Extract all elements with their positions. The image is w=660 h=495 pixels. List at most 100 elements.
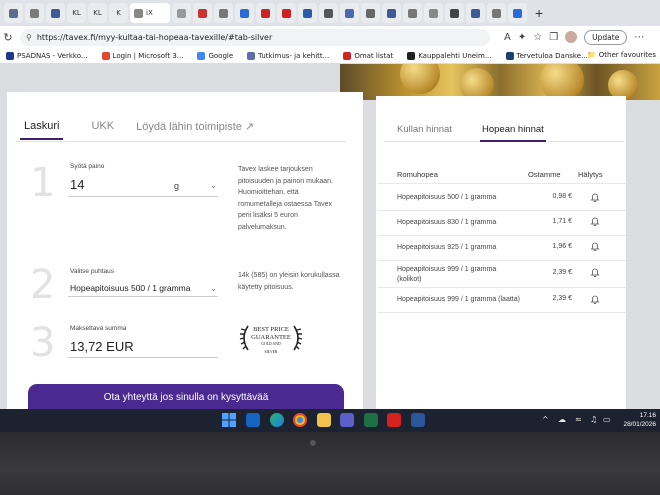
browser-tab[interactable] <box>193 3 212 23</box>
edge-icon[interactable] <box>270 413 284 427</box>
purity-help-text: 14k (585) on yleisin korukullassa käytet… <box>238 272 340 291</box>
favourites-star-icon[interactable]: ☆ <box>533 32 542 43</box>
price-row-name-line2: (kolikot) <box>397 275 422 283</box>
tab-gold-prices[interactable]: Kullan hinnat <box>397 124 452 135</box>
sum-label: Maksettava summa <box>70 325 127 332</box>
browser-tab[interactable] <box>487 3 506 23</box>
purity-underline <box>68 296 218 297</box>
browser-tab[interactable] <box>445 3 464 23</box>
browser-tab[interactable] <box>46 3 65 23</box>
file-explorer-icon[interactable] <box>317 413 331 427</box>
read-aloud-icon[interactable]: A <box>504 32 511 43</box>
bookmarks-bar: PSADNAS - Verkko... Login | Microsoft 3.… <box>0 48 660 64</box>
folder-icon: 📁 <box>587 51 596 59</box>
price-row-name: Hopeapitoisuus 999 / 1 gramma (laatta) <box>397 296 520 303</box>
bookmark-item[interactable]: Omat listat <box>343 51 393 60</box>
browser-tab-strip: KL KL K iX + <box>0 0 660 26</box>
laptop-screen: KL KL K iX + ↻ ⚲ https://tavex.fi/myy-ku… <box>0 0 660 432</box>
price-row-value: 1,71 € <box>552 218 572 225</box>
bookmark-item[interactable]: PSADNAS - Verkko... <box>6 51 88 60</box>
laptop-hinge-dot <box>310 440 316 446</box>
browser-tab[interactable] <box>25 3 44 23</box>
acrobat-icon[interactable] <box>387 413 401 427</box>
purity-select[interactable]: Hopeapitoisuus 500 / 1 gramma <box>70 283 191 293</box>
bookmark-favicon <box>197 51 206 60</box>
browser-tab[interactable] <box>277 3 296 23</box>
weight-input[interactable]: 14 <box>70 177 84 192</box>
battery-icon[interactable]: ▭ <box>603 415 611 424</box>
bookmark-item[interactable]: Kauppalehti Uneim... <box>407 51 492 60</box>
badge-line: SILVER <box>264 349 278 354</box>
tab-laskuri[interactable]: Laskuri <box>19 120 64 140</box>
volume-icon[interactable]: ♫ <box>590 415 597 424</box>
sum-underline <box>68 357 218 358</box>
teams-icon[interactable] <box>340 413 354 427</box>
address-bar[interactable]: ⚲ https://tavex.fi/myy-kultaa-tai-hopeaa… <box>20 28 490 46</box>
row-divider <box>378 260 626 261</box>
bell-icon[interactable] <box>590 192 600 202</box>
browser-tab[interactable]: K <box>109 3 128 23</box>
refresh-icon[interactable]: ↻ <box>0 31 16 44</box>
bookmark-favicon <box>505 51 514 60</box>
bookmark-item[interactable]: Login | Microsoft 3... <box>101 51 184 60</box>
browser-tab[interactable]: KL <box>67 3 86 23</box>
browser-tab-active[interactable]: iX <box>130 3 170 23</box>
browser-tab[interactable] <box>4 3 23 23</box>
other-favourites-label: Other favourites <box>598 51 656 59</box>
browser-tab[interactable] <box>319 3 338 23</box>
tab-silver-prices[interactable]: Hopean hinnat <box>482 124 544 135</box>
profile-avatar[interactable] <box>565 31 578 43</box>
column-header-alert: Hälytys <box>578 170 603 179</box>
word-icon[interactable] <box>411 413 425 427</box>
excel-icon[interactable] <box>364 413 378 427</box>
chrome-icon[interactable] <box>293 413 307 427</box>
collections-icon[interactable]: ❐ <box>549 32 558 43</box>
new-tab-icon[interactable]: + <box>535 5 543 21</box>
browser-tab[interactable] <box>508 3 527 23</box>
browser-tab[interactable] <box>382 3 401 23</box>
bookmark-item[interactable]: Google <box>197 51 233 60</box>
browser-tab[interactable] <box>424 3 443 23</box>
unit-select[interactable]: g <box>174 181 179 191</box>
step-number: 2 <box>30 262 56 308</box>
browser-tab[interactable] <box>214 3 233 23</box>
bookmark-label: Login | Microsoft 3... <box>112 51 184 60</box>
row-divider <box>378 210 626 211</box>
browser-tab[interactable] <box>403 3 422 23</box>
browser-tab[interactable] <box>235 3 254 23</box>
outlook-icon[interactable] <box>246 413 260 427</box>
browser-tab[interactable]: KL <box>88 3 107 23</box>
bell-icon[interactable] <box>590 267 600 277</box>
bookmark-item[interactable]: Tervetuloa Danske... <box>505 51 588 60</box>
browser-tab[interactable] <box>466 3 485 23</box>
row-divider <box>378 287 626 288</box>
other-favourites[interactable]: 📁 Other favourites <box>587 51 656 59</box>
browser-tab[interactable] <box>172 3 191 23</box>
gold-coins-banner <box>340 64 660 102</box>
weight-underline <box>68 196 218 197</box>
system-clock[interactable]: 17.16 28/01/2026 <box>622 411 656 429</box>
wifi-icon[interactable]: ≈ <box>575 415 582 424</box>
bell-icon[interactable] <box>590 241 600 251</box>
update-button[interactable]: Update <box>584 29 628 45</box>
clock-date: 28/01/2026 <box>623 421 656 428</box>
browser-tab[interactable] <box>298 3 317 23</box>
more-menu-icon[interactable]: ⋯ <box>634 32 644 43</box>
active-tab-label: iX <box>146 9 153 17</box>
bell-icon[interactable] <box>590 294 600 304</box>
chevron-down-icon[interactable]: ⌄ <box>210 181 217 190</box>
tray-overflow-icon[interactable]: ^ <box>542 415 549 424</box>
laptop-bezel <box>0 432 660 495</box>
tab-find-nearest-office[interactable]: Löydä lähin toimipiste ↗ <box>136 120 254 140</box>
bookmark-item[interactable]: Tutkimus- ja kehitt... <box>247 51 329 60</box>
network-icon[interactable]: ☁ <box>558 415 566 424</box>
browser-tab[interactable] <box>340 3 359 23</box>
browser-tab[interactable] <box>361 3 380 23</box>
browser-tab[interactable] <box>256 3 275 23</box>
chevron-down-icon[interactable]: ⌄ <box>210 284 217 293</box>
contact-us-button[interactable]: Ota yhteyttä jos sinulla on kysyttävää <box>28 384 344 410</box>
windows-start-icon[interactable] <box>222 413 236 427</box>
extensions-icon[interactable]: ✦ <box>518 32 526 43</box>
bell-icon[interactable] <box>590 216 600 226</box>
tab-ukk[interactable]: UKK <box>91 120 114 140</box>
